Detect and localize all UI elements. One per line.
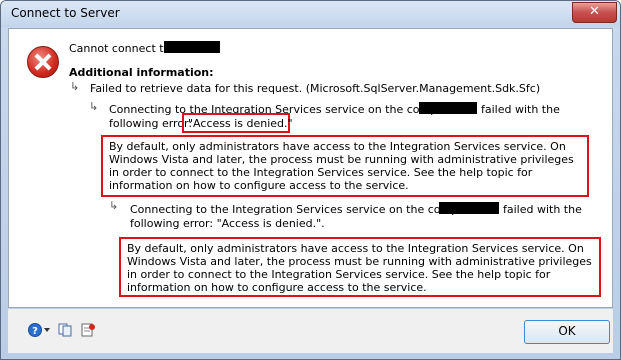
connect-dialog: Connect to Server ✕ Cannot connect to Ad… bbox=[0, 0, 621, 360]
svg-text:?: ? bbox=[32, 326, 38, 337]
error-level-2-line1b: failed with the bbox=[481, 103, 560, 116]
close-button[interactable]: ✕ bbox=[572, 2, 617, 23]
ok-button[interactable]: OK bbox=[524, 320, 610, 344]
message-panel: Cannot connect to Additional information… bbox=[8, 28, 613, 308]
access-denied-highlight: "Access is denied." bbox=[182, 113, 293, 133]
redacted-computer-name bbox=[419, 102, 477, 114]
redacted-server-name bbox=[164, 41, 220, 53]
tree-arrow-icon: ↳ bbox=[109, 199, 119, 212]
error-level-3-line2: following error: "Access is denied.". bbox=[130, 217, 325, 230]
tree-arrow-icon: ↳ bbox=[70, 80, 80, 93]
help-icon[interactable]: ? bbox=[28, 323, 52, 337]
additional-info-heading: Additional information: bbox=[69, 66, 214, 79]
error-icon bbox=[27, 46, 59, 78]
access-denied-text: "Access is denied." bbox=[188, 117, 293, 130]
error-level-2-line2: following error: bbox=[109, 117, 193, 130]
error-level-3-detail: By default, only administrators have acc… bbox=[127, 242, 592, 294]
error-level-2-detail: By default, only administrators have acc… bbox=[109, 140, 574, 192]
title-bar[interactable]: Connect to Server ✕ bbox=[1, 1, 620, 27]
error-level-3-line1a: Connecting to the Integration Services s… bbox=[130, 203, 481, 216]
copy-icon[interactable] bbox=[58, 323, 74, 337]
detail-highlight-2: By default, only administrators have acc… bbox=[119, 237, 601, 297]
error-level-3-line1b: failed with the bbox=[503, 203, 582, 216]
dialog-footer: ? OK bbox=[8, 309, 613, 353]
details-icon[interactable] bbox=[80, 323, 96, 337]
cannot-connect-text: Cannot connect to bbox=[69, 42, 171, 55]
tree-arrow-icon: ↳ bbox=[89, 100, 99, 113]
redacted-computer-name bbox=[439, 202, 499, 214]
detail-highlight-1: By default, only administrators have acc… bbox=[101, 135, 589, 197]
dialog-title: Connect to Server bbox=[11, 6, 120, 20]
error-level-1: Failed to retrieve data for this request… bbox=[90, 82, 541, 95]
